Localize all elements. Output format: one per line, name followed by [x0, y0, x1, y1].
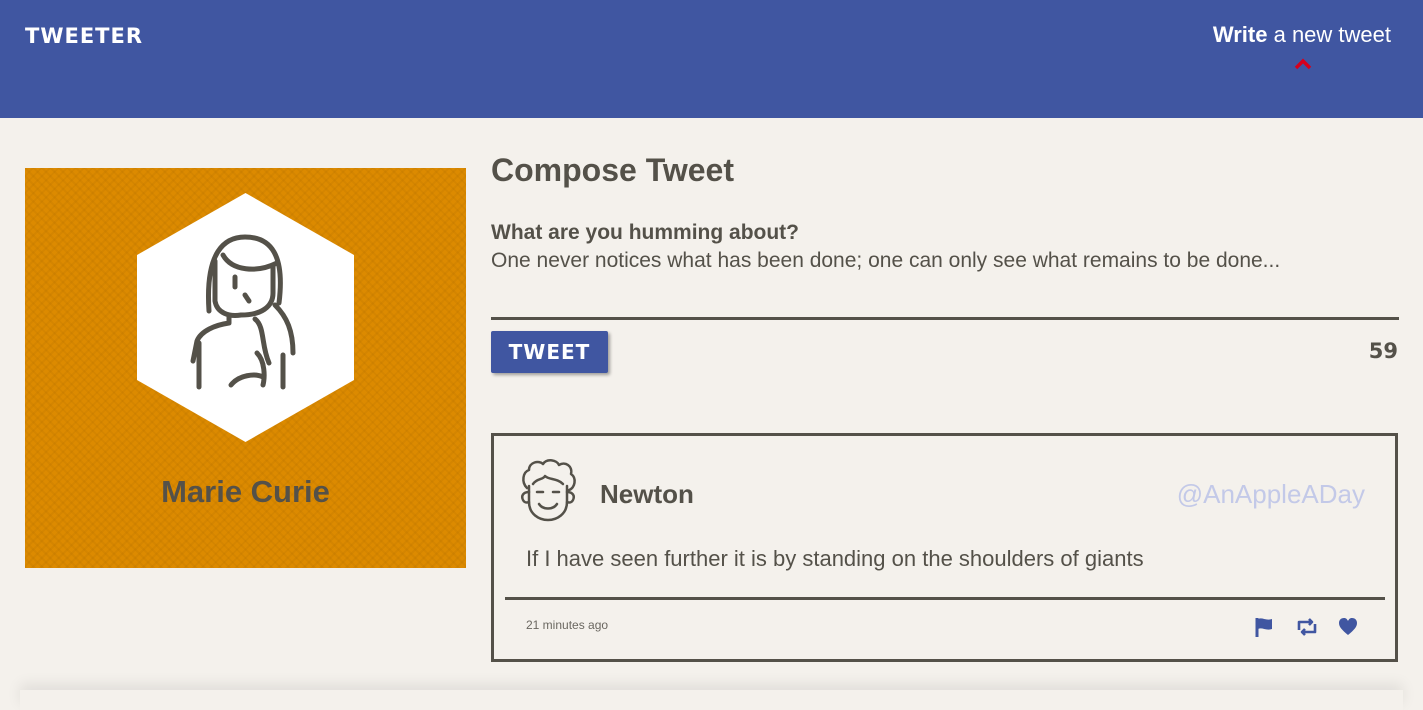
tweet-textarea[interactable]: One never notices what has been done; on…: [491, 249, 1396, 273]
character-counter: 59: [1368, 339, 1398, 363]
compose-label: What are you humming about?: [491, 221, 799, 244]
compose-divider: [491, 317, 1399, 320]
woman-avatar-icon: [137, 193, 354, 442]
tweet-card: Newton @AnAppleADay If I have seen furth…: [491, 433, 1398, 662]
tweet-actions: [1253, 616, 1359, 638]
chevron-up-icon[interactable]: [1293, 58, 1313, 70]
page-bottom-shadow: [20, 690, 1403, 710]
write-new-tweet-strong: Write: [1212, 22, 1268, 47]
retweet-icon[interactable]: [1295, 616, 1317, 638]
profile-card: Marie Curie: [25, 168, 466, 568]
brand-logo[interactable]: TWEETER: [25, 24, 143, 48]
navbar: TWEETER Write a new tweet: [0, 0, 1423, 118]
tweet-content: If I have seen further it is by standing…: [526, 546, 1144, 571]
tweet-timestamp: 21 minutes ago: [526, 618, 609, 632]
write-new-tweet-rest: a new tweet: [1267, 22, 1391, 47]
tweet-author-name: Newton: [600, 479, 694, 509]
tweet-author-handle: @AnAppleADay: [1176, 479, 1365, 509]
heart-icon[interactable]: [1337, 616, 1359, 638]
curly-hair-man-avatar-icon: [521, 459, 576, 522]
write-new-tweet-link[interactable]: Write a new tweet: [1213, 22, 1391, 48]
tweet-divider: [505, 597, 1385, 600]
compose-title: Compose Tweet: [491, 152, 734, 188]
flag-icon[interactable]: [1253, 616, 1275, 638]
profile-name: Marie Curie: [161, 474, 330, 509]
tweet-button[interactable]: TWEET: [491, 331, 608, 373]
